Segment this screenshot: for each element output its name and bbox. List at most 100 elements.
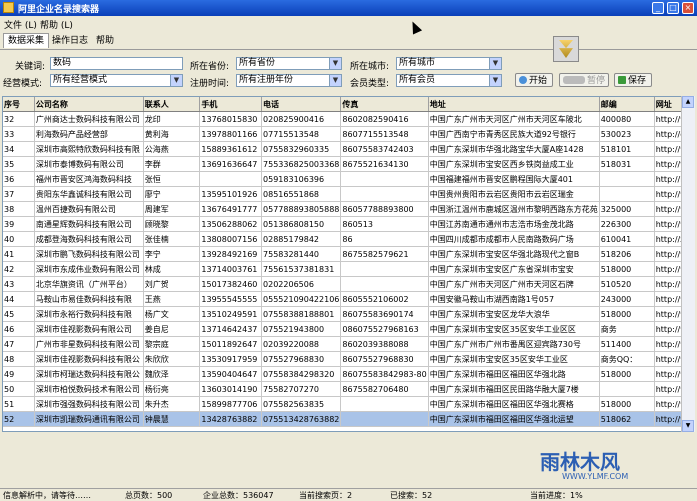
table-cell: 8605778889380​0 <box>340 201 429 217</box>
column-header[interactable]: 地址 <box>428 97 600 112</box>
table-cell: 深圳市凯瑞数码通讯有限公司 <box>34 411 144 427</box>
table-cell: 深圳市泰博数码有限公司 <box>34 156 144 172</box>
menu-bar: 文件 (L) 帮助 (L) <box>0 16 697 31</box>
table-cell: 530023 <box>599 126 655 142</box>
table-cell: 47 <box>3 336 35 352</box>
table-cell: 46 <box>3 321 35 337</box>
table-row[interactable]: 32 广州商达士数码科技有限公司 龙印 13768015830 020825900416… <box>3 111 694 127</box>
table-cell: 75582707270 <box>261 381 342 397</box>
chevron-down-icon[interactable]: ▼ <box>489 58 501 69</box>
table-row[interactable]: 40 成都登海数码科技有限公司 张佳楠 13808007156 02885179842 8… <box>3 231 694 247</box>
vertical-scrollbar[interactable]: ▲ ▼ <box>681 96 695 432</box>
table-cell <box>340 276 429 292</box>
pause-icon <box>563 76 585 84</box>
table-row[interactable]: 49 深圳市柯瑞达数码科技有限公 魏欣泽 13590404647 07558384298… <box>3 366 694 382</box>
table-row[interactable]: 46 深圳市佳视影数码有限公司 姜自尼 13714642437 07552194380​… <box>3 321 694 337</box>
tab-data-collect[interactable]: 数据采集 <box>3 33 50 48</box>
table-cell: 深圳市东成伟业数码有限公司 <box>34 261 144 277</box>
mode-select[interactable]: 所有经营模式 ▼ <box>50 74 183 87</box>
column-header[interactable]: 邮编 <box>599 97 655 112</box>
table-cell: 周建军 <box>143 201 201 217</box>
column-header[interactable]: 电话 <box>261 97 342 112</box>
table-row[interactable]: 45 深圳市永裕行数码科技有限 杨广文 13510249591 075583881888… <box>3 306 694 322</box>
scroll-up-icon[interactable]: ▲ <box>682 96 694 108</box>
watermark-text: 雨林木风 <box>540 450 620 474</box>
table-row[interactable]: 35 深圳市泰博数码有限公司 李群 13691636647 75533682500336… <box>3 156 694 172</box>
table-row[interactable]: 43 北京华旗资讯（广州平台） 刘广贺 15017382460 0202206506 中国… <box>3 276 694 292</box>
chevron-down-icon[interactable]: ▼ <box>329 75 341 86</box>
close-button[interactable]: × <box>682 2 694 14</box>
table-cell: 02039220088 <box>261 336 342 352</box>
table-row[interactable]: 52 深圳市凯瑞数码通讯有限公司 钟晨慧 13428763882 07551342876… <box>3 411 694 427</box>
table-row[interactable]: 41 深圳市鹏飞数码科技有限公司 李宁 13928492169 75583281440 8… <box>3 246 694 262</box>
province-label: 所在省份: <box>190 62 230 72</box>
table-row[interactable]: 39 南通星辉数码科技有限公司 顾晓黎 13506288062 05138680815​… <box>3 216 694 232</box>
results-table[interactable]: 序号 公司名称 联系人 手机 电话 传真 地址 邮编 网址 32 广州商达士数码科技有限公司 龙印 1… <box>2 96 695 432</box>
table-cell: 8607558374240​3 <box>340 141 429 157</box>
menu-file[interactable]: 文件 (L) <box>4 18 37 31</box>
table-cell: 518000 <box>599 396 655 412</box>
tab-help[interactable]: 帮助 <box>92 34 118 48</box>
table-cell: 广州市非星数码科技有限公司 <box>34 336 144 352</box>
maximize-button[interactable]: □ <box>667 2 679 14</box>
download-arrow-button[interactable] <box>553 36 579 62</box>
table-row[interactable]: 44 马鞍山市易佳数码科技有限 王燕 13955545555 0555210904221… <box>3 291 694 307</box>
table-cell: 15017382460 <box>199 276 263 292</box>
chevron-down-icon[interactable]: ▼ <box>170 75 182 86</box>
table-cell: 中国广东深圳市宝安区35区安华工业区区 <box>428 321 600 337</box>
regtime-select[interactable]: 所有注册年份 ▼ <box>236 74 342 87</box>
table-cell: 13590404647 <box>199 366 263 382</box>
member-value: 所有会员 <box>399 75 436 85</box>
table-cell: 243000 <box>599 291 655 307</box>
table-cell: 05138680815​0 <box>261 216 342 232</box>
table-row[interactable]: 42 深圳市东成伟业数码有限公司 林成 13714003761 755615373818… <box>3 261 694 277</box>
table-cell: 张恒 <box>143 171 201 187</box>
table-cell: 518206 <box>599 246 655 262</box>
table-cell: 37 <box>3 186 35 202</box>
pause-button[interactable]: 暂停 <box>559 73 609 87</box>
table-row[interactable]: 33 利海数码产品经营部 黄利海 13978801166 07715513548 8607… <box>3 126 694 142</box>
table-cell: 13808007156 <box>199 231 263 247</box>
tab-operation-log[interactable]: 操作日志 <box>48 34 92 48</box>
minimize-button[interactable]: _ <box>652 2 664 14</box>
table-cell: 利海数码产品经营部 <box>34 126 144 142</box>
chevron-down-icon[interactable]: ▼ <box>489 75 501 86</box>
table-cell: 中国广东深圳市华强北路宝华大厦A座1428 <box>428 141 600 157</box>
column-header[interactable]: 公司名称 <box>34 97 144 112</box>
table-cell: 43 <box>3 276 35 292</box>
city-select[interactable]: 所有城市 ▼ <box>396 57 502 70</box>
table-cell: 8675582706480 <box>340 381 429 397</box>
column-header[interactable]: 手机 <box>199 97 263 112</box>
table-cell: 38 <box>3 201 35 217</box>
table-row[interactable]: 38 温州百捷数码有限公司 周建军 13676491777 05778889380588… <box>3 201 694 217</box>
table-cell: 15011892647 <box>199 336 263 352</box>
chevron-down-icon[interactable]: ▼ <box>329 58 341 69</box>
table-row[interactable]: 47 广州市非星数码科技有限公司 黎宗庭 15011892647 02039220088… <box>3 336 694 352</box>
column-header[interactable]: 传真 <box>340 97 429 112</box>
table-cell: 福州市晋安区鸿海数码科技 <box>34 171 144 187</box>
table-cell: 35 <box>3 156 35 172</box>
status-crawled: 已搜索：52 <box>390 491 433 500</box>
menu-help[interactable]: 帮助 (L) <box>40 18 73 31</box>
table-row[interactable]: 51 深圳市强强数码科技有限公司 朱升杰 15899877706 07558256383… <box>3 396 694 412</box>
table-row[interactable]: 37 贵阳东华鑫诚科技有限公司 廖宁 13595101926 08516551868 中国… <box>3 186 694 202</box>
province-select[interactable]: 所有省份 ▼ <box>236 57 342 70</box>
save-button[interactable]: 保存 <box>614 73 652 87</box>
keyword-input[interactable]: 数码 <box>50 57 183 70</box>
column-header[interactable]: 序号 <box>3 97 35 112</box>
member-select[interactable]: 所有会员 ▼ <box>396 74 502 87</box>
table-row[interactable]: 50 深圳市柏悦数码技术有限公司 杨衍亮 13603014190 75582707270… <box>3 381 694 397</box>
table-cell <box>340 171 429 187</box>
table-row[interactable]: 36 福州市晋安区鸿海数码科技 张恒 059183106396 中国福建福州市晋安区鹏程… <box>3 171 694 187</box>
table-cell: 中国广东深圳市宝安区广东省深圳市宝安 <box>428 261 600 277</box>
table-cell: 08516551868 <box>261 186 342 202</box>
table-cell: 8602082590416 <box>340 111 429 127</box>
column-header[interactable]: 联系人 <box>143 97 201 112</box>
scroll-down-icon[interactable]: ▼ <box>682 420 694 432</box>
table-cell: 13506288062 <box>199 216 263 232</box>
table-row[interactable]: 34 深圳市高熙特欣数码科技有限 公海燕 15889361612 07558329603… <box>3 141 694 157</box>
table-cell <box>340 186 429 202</box>
start-button[interactable]: 开始 <box>515 73 553 87</box>
table-cell: 42 <box>3 261 35 277</box>
table-row[interactable]: 48 深圳市佳视影数码科技有限公 朱欣欣 13530917959 07552796883… <box>3 351 694 367</box>
